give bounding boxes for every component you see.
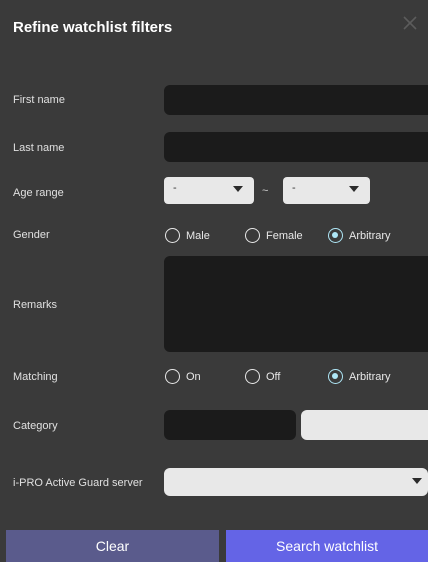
radio-icon [165, 369, 180, 384]
matching-radio-on[interactable]: On [165, 369, 201, 384]
radio-label: Arbitrary [349, 370, 391, 383]
last-name-label: Last name [13, 142, 65, 154]
category-select-primary[interactable] [164, 410, 296, 440]
radio-label: Male [186, 229, 210, 242]
radio-selected-icon [328, 369, 343, 384]
remarks-field[interactable] [164, 256, 428, 352]
age-to-value: - [292, 182, 296, 194]
radio-label: Arbitrary [349, 229, 391, 242]
first-name-label: First name [13, 94, 65, 106]
radio-label: Female [266, 229, 303, 242]
radio-icon [245, 369, 260, 384]
gender-radio-arbitrary[interactable]: Arbitrary [328, 228, 391, 243]
age-from-select[interactable]: - [164, 177, 254, 204]
chevron-down-icon [233, 186, 243, 192]
matching-radio-arbitrary[interactable]: Arbitrary [328, 369, 391, 384]
radio-selected-icon [328, 228, 343, 243]
first-name-field[interactable] [164, 85, 428, 115]
radio-icon [245, 228, 260, 243]
search-watchlist-button[interactable]: Search watchlist [226, 530, 428, 562]
age-range-separator: ~ [262, 185, 269, 197]
matching-radio-off[interactable]: Off [245, 369, 280, 384]
radio-label: On [186, 370, 201, 383]
remarks-label: Remarks [13, 299, 58, 311]
radio-icon [165, 228, 180, 243]
close-icon[interactable] [399, 12, 421, 34]
server-select[interactable] [164, 468, 428, 496]
chevron-down-icon [349, 186, 359, 192]
gender-label: Gender [13, 229, 50, 241]
clear-button[interactable]: Clear [6, 530, 219, 562]
refine-filters-dialog: Refine watchlist filters First name Last… [0, 0, 428, 562]
dialog-title: Refine watchlist filters [13, 19, 173, 36]
server-label: i-PRO Active Guard server [13, 477, 143, 489]
gender-radio-female[interactable]: Female [245, 228, 303, 243]
dialog-header: Refine watchlist filters [0, 0, 428, 58]
category-label: Category [13, 420, 58, 432]
age-to-select[interactable]: - [283, 177, 370, 204]
age-range-label: Age range [13, 187, 64, 199]
age-from-value: - [173, 182, 177, 194]
radio-label: Off [266, 370, 281, 383]
chevron-down-icon [412, 478, 422, 484]
category-select-secondary[interactable] [301, 410, 428, 440]
matching-label: Matching [13, 371, 58, 383]
last-name-field[interactable] [164, 132, 428, 162]
gender-radio-male[interactable]: Male [165, 228, 210, 243]
